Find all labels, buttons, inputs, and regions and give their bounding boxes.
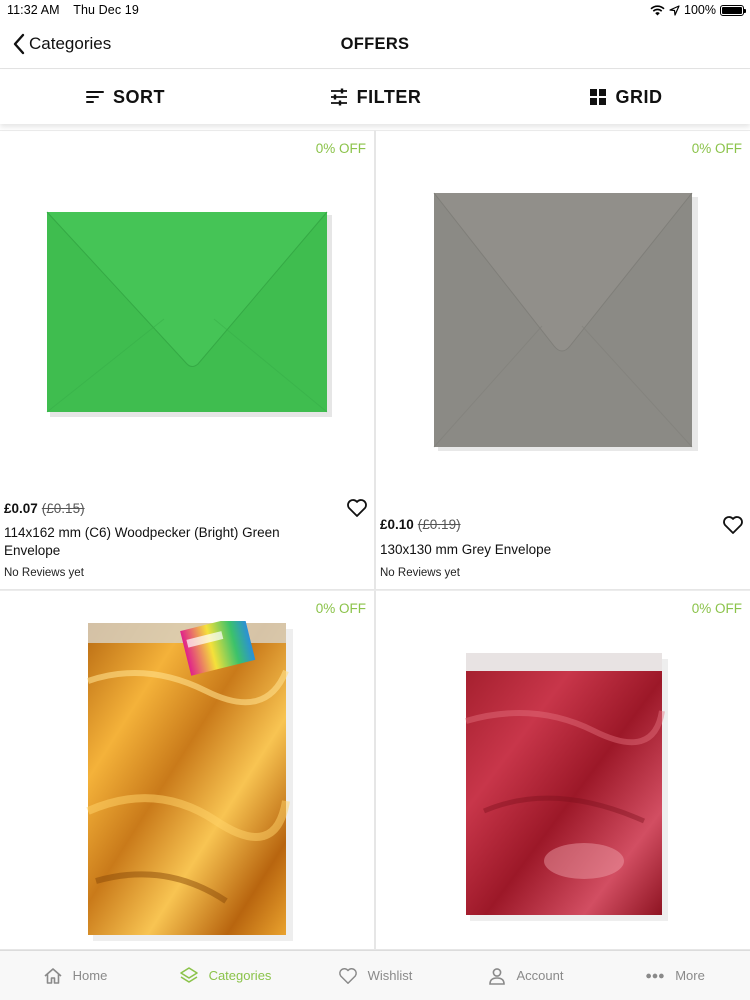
filter-button[interactable]: FILTER bbox=[250, 70, 500, 124]
sort-label: SORT bbox=[112, 86, 165, 107]
discount-badge: 0% OFF bbox=[315, 601, 366, 616]
more-icon bbox=[646, 973, 664, 978]
filter-label: FILTER bbox=[356, 86, 422, 107]
status-date: Thu Dec 19 bbox=[73, 3, 139, 17]
status-time: 11:32 AM bbox=[7, 3, 60, 17]
old-price: (£0.15) bbox=[41, 501, 85, 516]
tab-categories[interactable]: Categories bbox=[150, 951, 300, 1000]
product-card[interactable]: 0% OFF bbox=[375, 590, 750, 950]
tab-bar: Home Categories Wishlist Account More bbox=[0, 950, 750, 1000]
location-icon bbox=[669, 4, 680, 16]
tab-home[interactable]: Home bbox=[0, 951, 150, 1000]
filter-sliders-icon bbox=[330, 88, 347, 106]
page-title: OFFERS bbox=[340, 35, 410, 53]
price-row: £0.07 (£0.15) bbox=[4, 501, 85, 516]
gold-foil-bag-image bbox=[86, 621, 293, 941]
wishlist-heart-icon[interactable] bbox=[722, 515, 744, 535]
layers-icon bbox=[179, 966, 198, 983]
review-status: No Reviews yet bbox=[4, 567, 84, 579]
sort-icon bbox=[85, 91, 104, 103]
price-row: £0.10 (£0.19) bbox=[380, 517, 461, 532]
grid-icon bbox=[589, 89, 606, 105]
review-status: No Reviews yet bbox=[380, 567, 460, 579]
old-price: (£0.19) bbox=[417, 517, 461, 532]
toolbar: SORT FILTER GRID bbox=[0, 70, 750, 124]
grid-label: GRID bbox=[615, 86, 663, 107]
tab-label: Home bbox=[72, 968, 108, 983]
navigation-bar: Categories OFFERS bbox=[0, 22, 750, 69]
wishlist-heart-icon[interactable] bbox=[346, 498, 368, 518]
discount-badge: 0% OFF bbox=[315, 141, 366, 156]
tab-more[interactable]: More bbox=[600, 951, 750, 1000]
product-card[interactable]: 0% OFF £0.10 (£0.19) 130x130 mm Grey Enve… bbox=[375, 130, 750, 590]
price: £0.10 bbox=[380, 517, 414, 532]
sort-button[interactable]: SORT bbox=[0, 70, 250, 124]
product-card[interactable]: 0% OFF £0.07 (£0.15) 114x162 mm (C6) Wood… bbox=[0, 130, 375, 590]
person-icon bbox=[488, 967, 505, 985]
tab-label: Categories bbox=[208, 968, 272, 983]
red-foil-bag-image bbox=[465, 653, 668, 921]
discount-badge: 0% OFF bbox=[691, 141, 742, 156]
product-card[interactable]: 0% OFF bbox=[0, 590, 375, 950]
tab-wishlist[interactable]: Wishlist bbox=[300, 951, 450, 1000]
grey-envelope-image bbox=[433, 192, 698, 451]
product-grid: 0% OFF £0.07 (£0.15) 114x162 mm (C6) Wood… bbox=[0, 130, 750, 950]
status-bar: 11:32 AM Thu Dec 19 100% bbox=[0, 0, 750, 22]
tab-label: More bbox=[675, 968, 705, 983]
wifi-icon bbox=[650, 4, 665, 15]
tab-label: Account bbox=[516, 968, 564, 983]
green-envelope-image bbox=[46, 211, 332, 417]
product-name[interactable]: 114x162 mm (C6) Woodpecker (Bright) Gree… bbox=[4, 524, 334, 560]
grid-button[interactable]: GRID bbox=[500, 70, 750, 124]
tab-label: Wishlist bbox=[367, 968, 413, 983]
price: £0.07 bbox=[4, 501, 38, 516]
battery-percent: 100% bbox=[684, 3, 716, 17]
product-name[interactable]: 130x130 mm Grey Envelope bbox=[380, 541, 710, 559]
tab-account[interactable]: Account bbox=[450, 951, 600, 1000]
discount-badge: 0% OFF bbox=[691, 601, 742, 616]
battery-icon bbox=[720, 4, 746, 16]
home-icon bbox=[44, 967, 62, 984]
heart-icon bbox=[338, 967, 357, 984]
